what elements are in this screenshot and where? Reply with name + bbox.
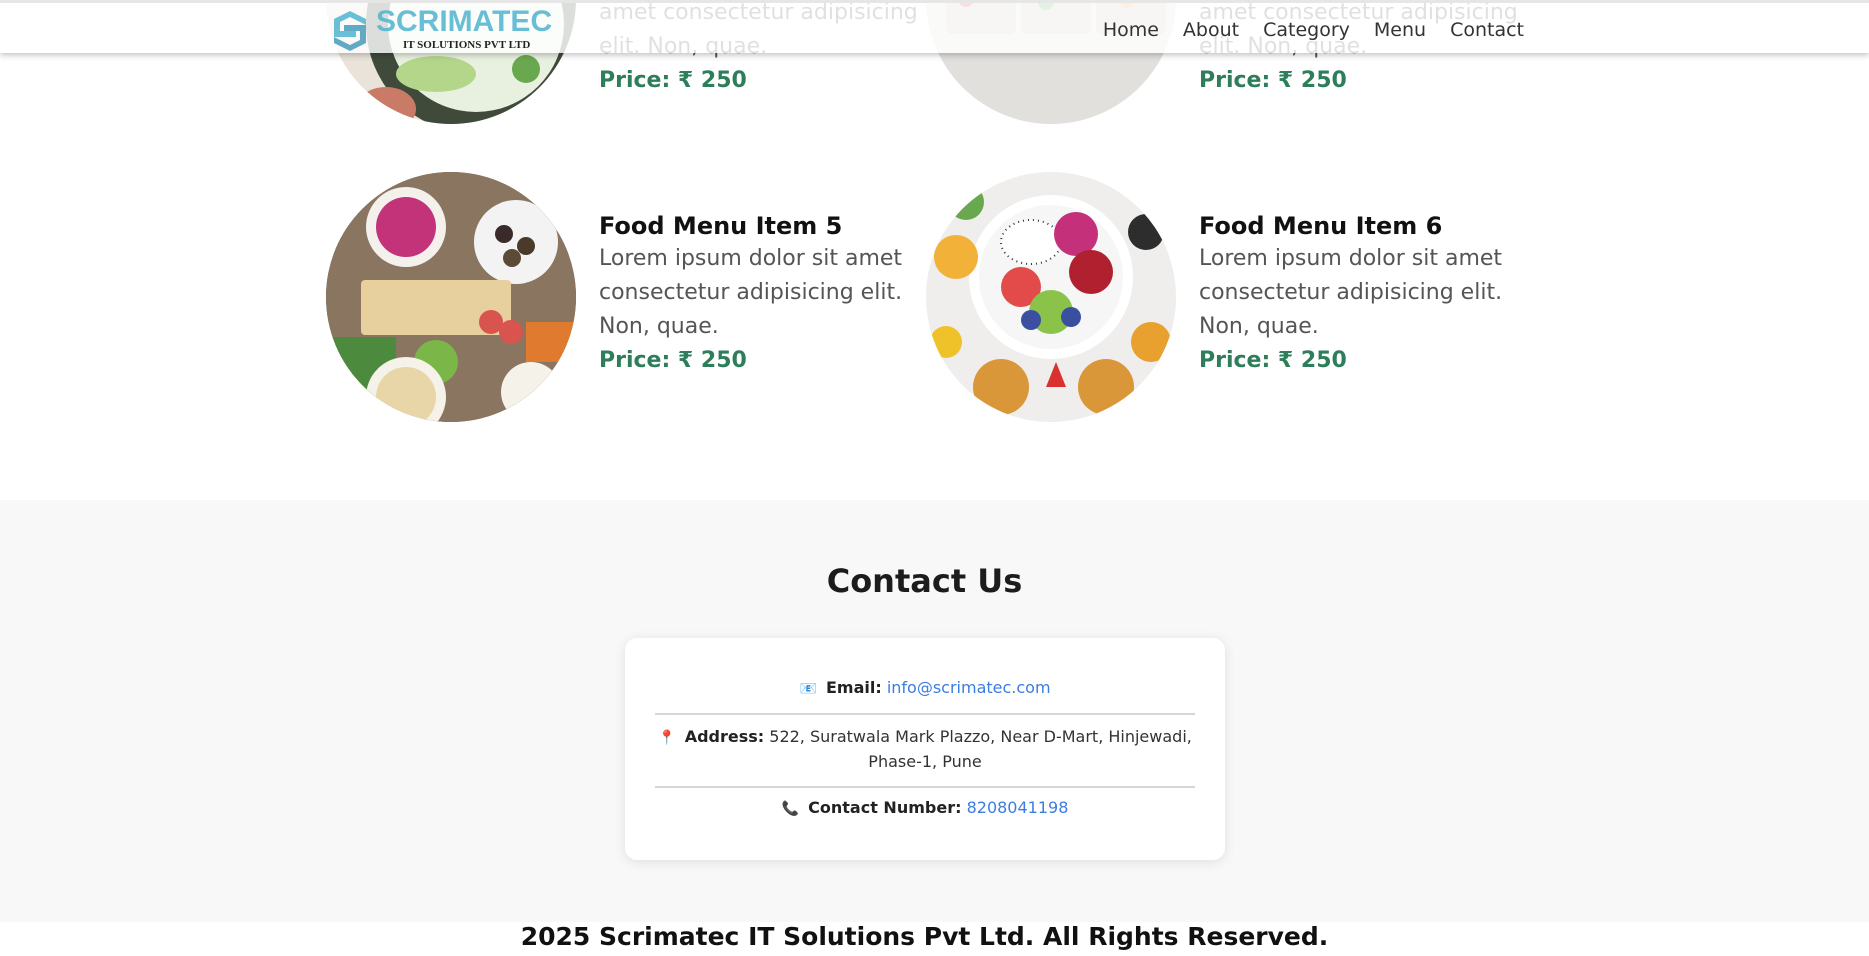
menu-item-text: Food Menu Item 5 Lorem ipsum dolor sit a… [599, 212, 919, 378]
address-label: Address: [684, 727, 765, 746]
phone-icon: 📞 [781, 801, 800, 817]
menu-item-price: Price: ₹ 250 [599, 348, 747, 373]
logo-mark-icon [334, 11, 366, 51]
address-value: 522, Suratwala Mark Plazzo, Near D-Mart,… [769, 727, 1192, 771]
phone-row: 📞 Contact Number: 8208041198 [655, 796, 1195, 821]
main-nav: Home About Category Menu Contact [1103, 19, 1524, 41]
menu-item-title: Food Menu Item 5 [599, 212, 843, 240]
menu-item-title: Food Menu Item 6 [1199, 212, 1443, 240]
nav-about[interactable]: About [1183, 19, 1239, 41]
nav-contact[interactable]: Contact [1450, 19, 1524, 41]
menu-item-desc: Lorem ipsum dolor sit amet consectetur a… [599, 246, 903, 339]
phone-link[interactable]: 8208041198 [967, 798, 1069, 817]
email-link[interactable]: info@scrimatec.com [887, 678, 1051, 697]
food-image [926, 172, 1176, 422]
menu-item-6: Food Menu Item 6 Lorem ipsum dolor sit a… [926, 172, 1526, 424]
email-icon: 📧 [799, 681, 817, 697]
email-label: Email: [825, 678, 882, 697]
nav-home[interactable]: Home [1103, 19, 1159, 41]
phone-label: Contact Number: [808, 798, 962, 817]
menu-item-price: Price: ₹ 250 [1199, 348, 1347, 373]
menu-item-desc: Lorem ipsum dolor sit amet consectetur a… [1199, 246, 1503, 339]
nav-menu[interactable]: Menu [1374, 19, 1426, 41]
nav-category[interactable]: Category [1263, 19, 1350, 41]
brand-subtitle: IT SOLUTIONS PVT LTD [403, 39, 531, 51]
menu-item-text: Food Menu Item 6 Lorem ipsum dolor sit a… [1199, 212, 1519, 378]
menu-item-price: Price: ₹ 250 [1199, 68, 1347, 93]
menu-item-price: Price: ₹ 250 [599, 68, 747, 93]
address-row: 📍 Address: 522, Suratwala Mark Plazzo, N… [655, 725, 1195, 774]
brand-logo[interactable]: SCRIMATEC IT SOLUTIONS PVT LTD [326, 5, 552, 53]
contact-section: Contact Us 📧 Email: info@scrimatec.com 📍… [0, 500, 1869, 922]
divider [655, 713, 1195, 715]
navbar: SCRIMATEC IT SOLUTIONS PVT LTD Home Abou… [0, 0, 1869, 53]
location-pin-icon: 📍 [658, 730, 676, 746]
food-image [326, 172, 576, 422]
divider [655, 786, 1195, 788]
email-row: 📧 Email: info@scrimatec.com [655, 676, 1195, 701]
contact-heading: Contact Us [826, 562, 1023, 600]
footer-copyright: 2025 Scrimatec IT Solutions Pvt Ltd. All… [520, 922, 1329, 951]
contact-card: 📧 Email: info@scrimatec.com 📍 Address: 5… [625, 638, 1225, 860]
menu-item-5: Food Menu Item 5 Lorem ipsum dolor sit a… [326, 172, 926, 424]
brand-name: SCRIMATEC [376, 5, 553, 38]
